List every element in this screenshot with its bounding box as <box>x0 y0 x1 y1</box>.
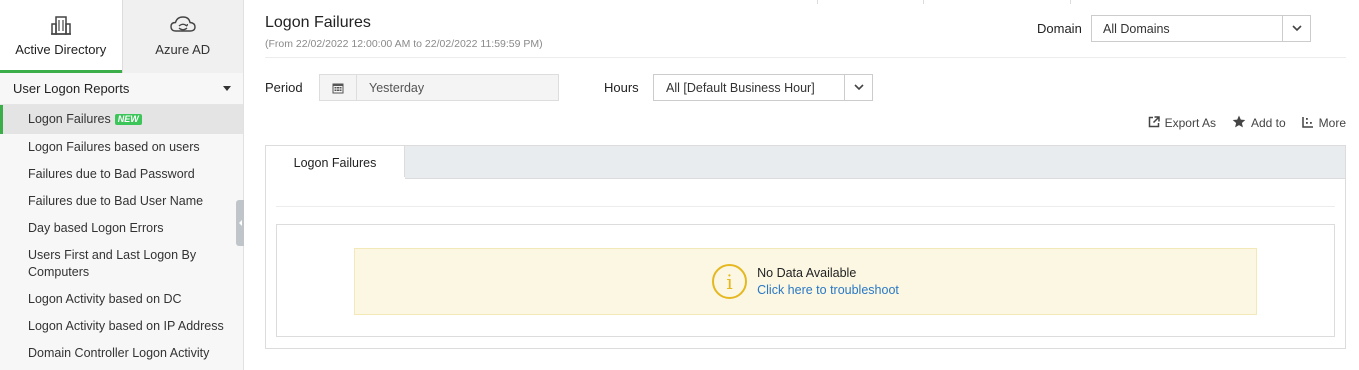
info-icon: i <box>712 264 748 299</box>
report-panel: Logon Failures i No Data Available Click… <box>265 145 1346 349</box>
chevron-down-icon[interactable] <box>844 75 872 100</box>
export-as-button[interactable]: Export As <box>1148 115 1216 131</box>
tab-underlap <box>266 177 405 179</box>
no-data-notice: i No Data Available Click here to troubl… <box>354 248 1257 315</box>
top-tab-strip <box>244 0 1359 4</box>
period-picker[interactable]: Yesterday <box>319 74 559 101</box>
calendar-icon[interactable] <box>320 75 357 100</box>
caret-down-icon <box>223 86 231 91</box>
new-badge: NEW <box>114 114 142 125</box>
sidebar-item-activity-ip[interactable]: Logon Activity based on IP Address <box>0 313 243 340</box>
period-value: Yesterday <box>369 80 425 95</box>
chevron-down-icon[interactable] <box>1282 16 1310 41</box>
sidebar-item-logon-failures[interactable]: Logon Failures NEW <box>0 105 243 134</box>
sidebar-item-label: Domain Controller Logon Activity <box>28 346 210 360</box>
more-button[interactable]: More <box>1301 115 1346 131</box>
hours-label: Hours <box>604 80 639 95</box>
sidebar-item-label: Users First and Last Logon By Computers <box>28 248 197 279</box>
no-data-title: No Data Available <box>757 266 857 280</box>
tab-active-directory[interactable]: Active Directory <box>0 0 122 73</box>
star-icon <box>1232 115 1246 131</box>
sidebar-item-label: Logon Activity based on DC <box>28 292 182 306</box>
hours-select[interactable]: All [Default Business Hour] <box>653 74 873 101</box>
export-label: Export As <box>1164 116 1216 130</box>
more-icon <box>1301 116 1314 131</box>
sidebar: Active Directory Azure AD User Logon Rep… <box>0 0 244 370</box>
report-actions: Export As Add to More <box>1148 115 1346 131</box>
sidebar-item-dc-logon-activity[interactable]: Domain Controller Logon Activity <box>0 340 243 367</box>
sidebar-tabs: Active Directory Azure AD <box>0 0 243 73</box>
report-body: i No Data Available Click here to troubl… <box>276 224 1335 337</box>
section-user-logon-reports[interactable]: User Logon Reports <box>0 73 243 105</box>
sidebar-item-logon-failures-users[interactable]: Logon Failures based on users <box>0 134 243 161</box>
sidebar-item-label: Logon Activity based on IP Address <box>28 319 224 333</box>
sidebar-item-bad-user-name[interactable]: Failures due to Bad User Name <box>0 188 243 215</box>
export-icon <box>1148 115 1160 131</box>
collapse-arrow-icon <box>238 220 242 226</box>
report-menu: Logon Failures NEW Logon Failures based o… <box>0 105 243 367</box>
add-to-label: Add to <box>1250 116 1286 130</box>
date-range-subtitle: (From 22/02/2022 12:00:00 AM to 22/02/20… <box>265 38 543 50</box>
sidebar-collapse-handle[interactable] <box>236 200 244 246</box>
add-to-button[interactable]: Add to <box>1232 115 1286 131</box>
domain-select[interactable]: All Domains <box>1091 15 1311 42</box>
sidebar-item-label: Logon Failures based on users <box>28 140 200 154</box>
sidebar-item-label: Failures due to Bad User Name <box>28 194 204 208</box>
sidebar-item-bad-password[interactable]: Failures due to Bad Password <box>0 161 243 188</box>
panel-divider <box>276 206 1335 207</box>
domain-label: Domain <box>1037 21 1082 36</box>
troubleshoot-link[interactable]: Click here to troubleshoot <box>757 283 899 297</box>
report-tabs: Logon Failures <box>266 146 1345 179</box>
sidebar-item-label: Failures due to Bad Password <box>28 167 195 181</box>
section-title: User Logon Reports <box>13 81 130 96</box>
sidebar-item-first-last-logon[interactable]: Users First and Last Logon By Computers <box>0 242 243 286</box>
more-label: More <box>1318 116 1346 130</box>
sidebar-item-activity-dc[interactable]: Logon Activity based on DC <box>0 286 243 313</box>
cloud-sync-icon <box>170 14 196 36</box>
domain-value: All Domains <box>1103 21 1170 36</box>
sidebar-item-label: Logon Failures <box>28 112 111 126</box>
tab-label: Logon Failures <box>293 155 377 170</box>
hours-value: All [Default Business Hour] <box>666 80 815 95</box>
period-label: Period <box>265 80 303 95</box>
tab-label: Azure AD <box>155 42 211 57</box>
page-title: Logon Failures <box>265 14 371 31</box>
sidebar-item-label: Day based Logon Errors <box>28 221 164 235</box>
header-divider <box>265 57 1346 58</box>
sidebar-item-day-based-errors[interactable]: Day based Logon Errors <box>0 215 243 242</box>
tab-label: Active Directory <box>15 42 107 57</box>
tab-azure-ad[interactable]: Azure AD <box>121 0 243 73</box>
building-icon <box>50 14 72 36</box>
tab-logon-failures[interactable]: Logon Failures <box>266 146 405 179</box>
